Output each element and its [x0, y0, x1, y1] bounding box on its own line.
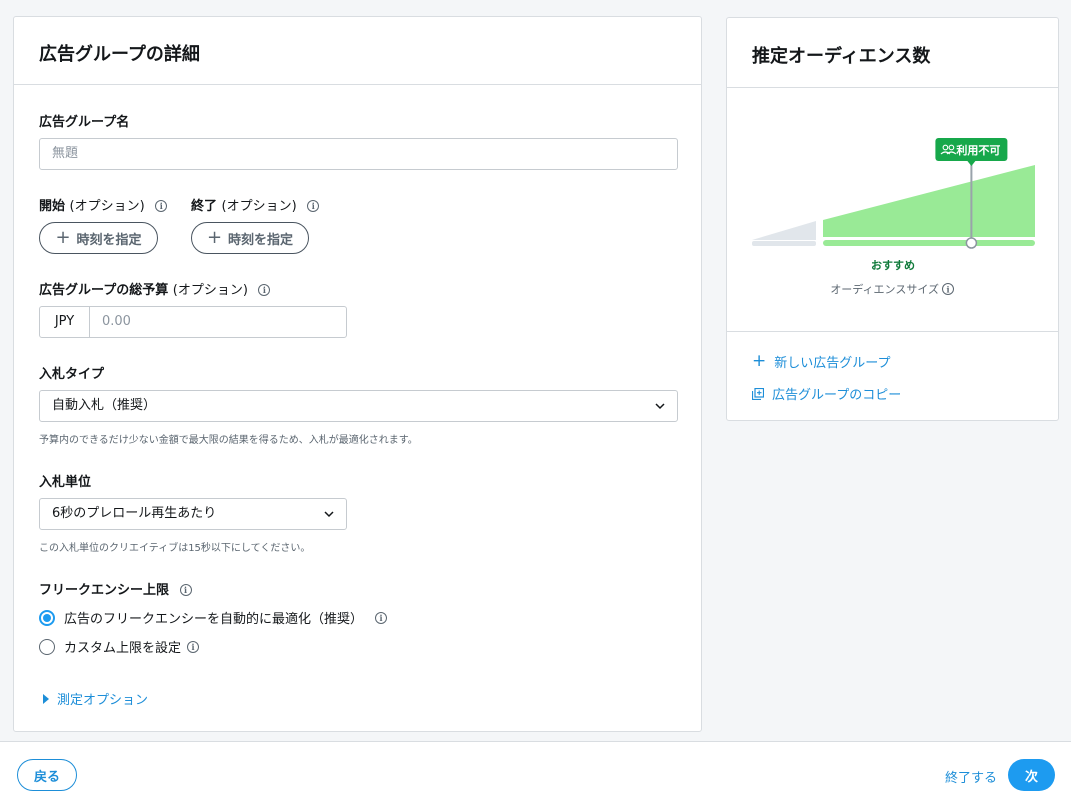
bid-type-label: 入札タイプ [39, 367, 105, 382]
end-label: 終了 (オプション) i [191, 195, 320, 214]
audience-size-label: オーディエンスサイズ [830, 282, 939, 296]
end-info-icon[interactable]: i [307, 200, 320, 212]
measurement-options-label: 測定オプション [57, 693, 149, 708]
frequency-option-auto-label: 広告のフリークエンシーを自動的に最適化（推奨） [64, 612, 364, 627]
radio-selected[interactable] [39, 609, 55, 626]
bid-unit-help: この入札単位のクリエイティブは15秒以下にしてください。 [39, 543, 311, 554]
status-badge: 利用不可 [935, 138, 1008, 166]
end-label-text: 終了 [191, 199, 218, 214]
audience-size-info-icon[interactable]: i [942, 283, 954, 295]
budget-field: JPY 0.00 [39, 306, 347, 338]
ad-group-details-panel: 広告グループの詳細 広告グループ名 無題 開始 (オプション) i 終了 (オプ… [13, 16, 702, 732]
ad-group-name-placeholder: 無題 [52, 146, 79, 161]
start-label-text: 開始 [39, 199, 66, 214]
frequency-option-custom-label: カスタム上限を設定 [64, 641, 182, 656]
bid-type-help: 予算内のできるだけ少ない金額で最大限の結果を得るため、入札が最適化されます。 [39, 435, 418, 446]
chevron-down-icon [324, 511, 334, 518]
bid-unit-value: 6秒のプレロール再生あたり [52, 506, 217, 521]
start-set-time-label: 時刻を指定 [76, 232, 142, 248]
caret-right-icon [43, 693, 49, 704]
bid-type-select[interactable]: 自動入札（推奨） [39, 390, 678, 422]
frequency-label: フリークエンシー上限 i [39, 579, 192, 598]
start-info-icon[interactable]: i [155, 200, 168, 212]
copy-icon [752, 387, 764, 400]
currency-label: JPY [40, 307, 90, 337]
plus-icon: + [206, 227, 223, 248]
finish-link[interactable]: 終了する [945, 767, 997, 786]
budget-input[interactable]: 0.00 [90, 307, 131, 337]
audience-low-wedge [752, 221, 816, 240]
budget-info-icon[interactable]: i [258, 284, 271, 296]
next-button[interactable]: 次 [1008, 759, 1055, 791]
radio-unselected[interactable] [39, 638, 55, 655]
new-ad-group-link[interactable]: + 新しい広告グループ [752, 351, 891, 372]
start-optional: (オプション) [69, 199, 145, 214]
frequency-info-icon[interactable]: i [179, 584, 192, 596]
copy-ad-group-label: 広告グループのコピー [772, 388, 902, 403]
panel-title: 広告グループの詳細 [39, 44, 200, 65]
plus-icon: + [752, 351, 767, 371]
plus-icon: + [55, 227, 71, 248]
audience-marker-dot [965, 237, 978, 249]
status-badge-label: 利用不可 [956, 143, 1000, 157]
ad-group-name-label: 広告グループ名 [39, 115, 130, 130]
frequency-custom-info-icon[interactable]: i [187, 640, 200, 653]
budget-label: 広告グループの総予算 (オプション) i [39, 279, 271, 298]
frequency-auto-info-icon[interactable]: i [375, 611, 388, 624]
audience-recommended-wedge [823, 165, 1035, 237]
measurement-options-toggle[interactable]: 測定オプション [43, 689, 148, 708]
info-icon-glyph: i [946, 285, 949, 295]
budget-label-text: 広告グループの総予算 [39, 283, 169, 298]
end-set-time-label: 時刻を指定 [228, 232, 294, 248]
back-button[interactable]: 戻る [17, 759, 77, 791]
footer-bar: 戻る 終了する 次 [0, 741, 1071, 799]
divider [727, 331, 1058, 332]
start-set-time-button[interactable]: + 時刻を指定 [39, 222, 158, 254]
audience-estimate-panel: 推定オーディエンス数 利用不可 おすすめ オーディエンスサイズ i + 新しい広… [726, 17, 1059, 421]
status-badge-tail [967, 161, 976, 166]
ad-group-name-input[interactable]: 無題 [39, 138, 678, 170]
bid-type-value: 自動入札（推奨） [52, 398, 157, 413]
new-ad-group-label: 新しい広告グループ [774, 356, 891, 371]
frequency-option-custom[interactable]: カスタム上限を設定 i [39, 637, 200, 656]
end-set-time-button[interactable]: + 時刻を指定 [191, 222, 309, 254]
audience-title: 推定オーディエンス数 [752, 46, 931, 67]
frequency-option-auto[interactable]: 広告のフリークエンシーを自動的に最適化（推奨） i [39, 608, 388, 627]
audience-recommended-bar [823, 240, 1035, 246]
copy-ad-group-link[interactable]: 広告グループのコピー [752, 384, 901, 403]
bid-unit-label: 入札単位 [39, 475, 92, 490]
budget-optional: (オプション) [172, 283, 248, 298]
chevron-down-icon [655, 403, 665, 410]
bid-unit-select[interactable]: 6秒のプレロール再生あたり [39, 498, 347, 530]
divider [14, 84, 701, 85]
audience-size-chart: 利用不可 おすすめ オーディエンスサイズ i [752, 138, 1035, 296]
recommended-label: おすすめ [871, 259, 915, 272]
frequency-label-text: フリークエンシー上限 [39, 583, 170, 598]
start-label: 開始 (オプション) i [39, 195, 168, 214]
audience-low-bar [752, 241, 816, 246]
end-optional: (オプション) [221, 199, 297, 214]
